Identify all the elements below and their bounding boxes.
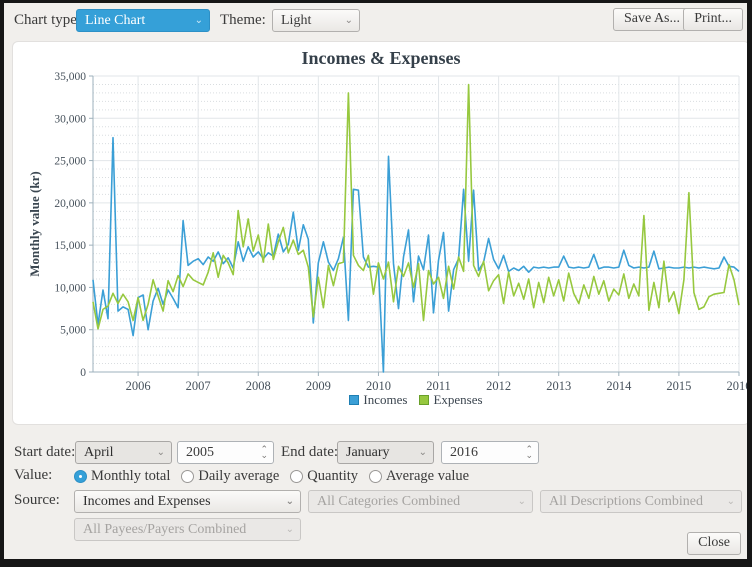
theme-label: Theme: [220, 12, 266, 29]
radio-label: Daily average [198, 468, 279, 485]
descriptions-value: All Descriptions Combined [549, 494, 703, 510]
chevron-down-icon: ⌄ [157, 448, 165, 458]
spinner-arrows-icon[interactable]: ⌃⌄ [525, 447, 533, 459]
x-tick-label: 2016 [727, 379, 752, 393]
y-tick-label: 30,000 [54, 113, 86, 125]
save-as-button[interactable]: Save As... [613, 8, 691, 31]
end-year-spinner[interactable]: 2016 ⌃⌄ [441, 441, 539, 464]
x-tick-label: 2009 [306, 379, 331, 393]
line-chart: 0 5,000 10,000 15,000 20,000 25,000 30,000 35,0… [13, 42, 751, 425]
legend-swatch-icon [349, 395, 359, 405]
y-axis-label: Monthly value (kr) [27, 171, 43, 276]
radio-average-value[interactable]: Average value [369, 468, 469, 485]
chart-title: Incomes & Expenses [13, 48, 749, 69]
radio-label: Monthly total [91, 468, 170, 485]
print-button[interactable]: Print... [683, 8, 743, 31]
y-tick-label: 20,000 [54, 198, 86, 210]
end-date-label: End date: [281, 444, 338, 461]
radio-label: Quantity [307, 468, 358, 485]
radio-icon [290, 470, 303, 483]
spinner-arrows-icon[interactable]: ⌃⌄ [260, 447, 268, 459]
radio-label: Average value [386, 468, 469, 485]
chart-type-value: Line Chart [85, 13, 145, 29]
value-label: Value: [14, 467, 52, 484]
radio-icon [74, 470, 87, 483]
start-month-select[interactable]: April ⌄ [75, 441, 172, 464]
radio-monthly-total[interactable]: Monthly total [74, 468, 170, 485]
y-tick-label: 25,000 [54, 156, 86, 168]
end-year-value: 2016 [450, 445, 478, 461]
chart-panel: Incomes & Expenses Monthly value (kr) 0 5… [12, 41, 750, 425]
x-tick-label: 2012 [486, 379, 511, 393]
source-select[interactable]: Incomes and Expenses ⌄ [74, 490, 301, 513]
y-tick-label: 5,000 [60, 325, 86, 337]
chart-type-label: Chart type: [14, 12, 81, 29]
start-year-spinner[interactable]: 2005 ⌃⌄ [177, 441, 274, 464]
chevron-down-icon: ⌄ [345, 16, 353, 26]
legend-swatch-icon [419, 395, 429, 405]
chart-type-select[interactable]: Line Chart ⌄ [76, 9, 210, 32]
start-date-label: Start date: [14, 444, 75, 461]
x-tick-label: 2006 [126, 379, 151, 393]
radio-quantity[interactable]: Quantity [290, 468, 358, 485]
x-tick-label: 2011 [426, 379, 451, 393]
legend-item-incomes: Incomes [349, 392, 407, 408]
categories-value: All Categories Combined [317, 494, 460, 510]
end-month-value: January [346, 445, 390, 461]
descriptions-select: All Descriptions Combined ⌄ [540, 490, 742, 513]
end-month-select[interactable]: January ⌄ [337, 441, 434, 464]
source-label: Source: [14, 492, 60, 509]
y-tick-label: 15,000 [54, 240, 86, 252]
x-tick-label: 2007 [186, 379, 211, 393]
theme-select[interactable]: Light ⌄ [272, 9, 360, 32]
legend-label: Incomes [363, 392, 407, 408]
chevron-down-icon: ⌄ [286, 497, 294, 507]
x-tick-label: 2013 [546, 379, 571, 393]
payees-value: All Payees/Payers Combined [83, 522, 246, 538]
legend-label: Expenses [433, 392, 482, 408]
start-year-value: 2005 [186, 445, 214, 461]
payees-select: All Payees/Payers Combined ⌄ [74, 518, 301, 541]
x-tick-label: 2008 [246, 379, 271, 393]
theme-value: Light [281, 13, 311, 29]
y-tick-label: 10,000 [54, 282, 86, 294]
chevron-down-icon: ⌄ [195, 16, 203, 26]
radio-daily-average[interactable]: Daily average [181, 468, 279, 485]
radio-icon [369, 470, 382, 483]
y-tick-label: 0 [80, 367, 86, 379]
chevron-down-icon: ⌄ [419, 448, 427, 458]
start-month-value: April [84, 445, 114, 461]
y-tick-label: 35,000 [54, 71, 86, 83]
x-tick-label: 2010 [366, 379, 391, 393]
chevron-down-icon: ⌄ [727, 497, 735, 507]
source-value: Incomes and Expenses [83, 494, 211, 510]
categories-select: All Categories Combined ⌄ [308, 490, 533, 513]
x-tick-label: 2015 [666, 379, 691, 393]
expenses-line [93, 85, 739, 329]
legend-item-expenses: Expenses [419, 392, 482, 408]
chart-dialog-window: Chart type: Line Chart ⌄ Theme: Light ⌄ … [0, 0, 752, 567]
close-button[interactable]: Close [687, 532, 741, 555]
x-tick-label: 2014 [606, 379, 632, 393]
chevron-down-icon: ⌄ [518, 497, 526, 507]
value-radio-group: Monthly total Daily average Quantity Ave… [74, 467, 469, 485]
radio-icon [181, 470, 194, 483]
chevron-down-icon: ⌄ [286, 525, 294, 535]
chart-legend: Incomes Expenses [93, 392, 739, 408]
